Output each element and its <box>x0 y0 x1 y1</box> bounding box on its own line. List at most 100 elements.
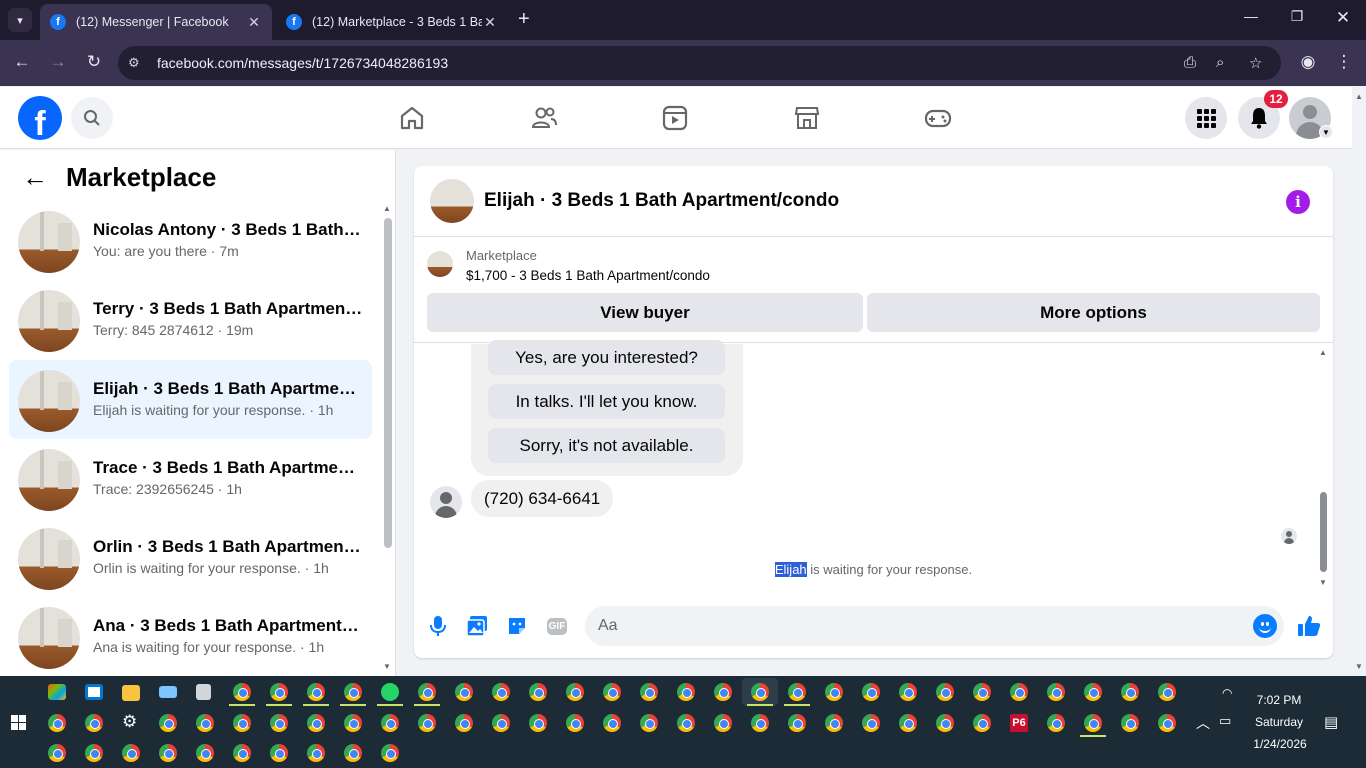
back-arrow-icon[interactable]: ← <box>22 162 48 193</box>
chrome-icon[interactable] <box>455 714 473 732</box>
chrome-icon[interactable] <box>714 683 732 701</box>
wifi-icon[interactable]: ◠ <box>1222 686 1232 700</box>
window-close-icon[interactable]: ✕ <box>1333 8 1353 28</box>
chrome-icon[interactable] <box>1047 714 1065 732</box>
message-input[interactable] <box>585 606 1284 646</box>
chrome-icon[interactable] <box>196 744 214 762</box>
chrome-icon[interactable] <box>418 714 436 732</box>
chrome-icon[interactable] <box>1121 714 1139 732</box>
close-tab-icon[interactable]: ✕ <box>246 14 262 31</box>
chrome-icon[interactable] <box>307 683 325 701</box>
home-icon[interactable] <box>397 103 427 133</box>
reload-icon[interactable]: ↻ <box>83 52 105 72</box>
keyboard-icon[interactable] <box>159 686 177 698</box>
view-buyer-button[interactable]: View buyer <box>427 293 863 332</box>
marketplace-icon[interactable] <box>792 103 822 133</box>
chrome-icon[interactable] <box>529 683 547 701</box>
chrome-icon[interactable] <box>1121 683 1139 701</box>
tab-messenger[interactable]: f (12) Messenger | Facebook ✕ <box>40 4 272 40</box>
menu-grid-icon[interactable] <box>1185 97 1227 139</box>
chrome-icon[interactable] <box>677 714 695 732</box>
scroll-down-arrow-icon[interactable]: ▼ <box>1319 578 1327 587</box>
friends-icon[interactable] <box>529 103 559 133</box>
zoom-icon[interactable]: ⌕ <box>1216 54 1224 71</box>
chrome-icon[interactable] <box>973 714 991 732</box>
minimize-icon[interactable]: — <box>1241 8 1261 24</box>
conversation-item[interactable]: Nicolas Antony · 3 Beds 1 Bath A... You:… <box>9 201 372 280</box>
chrome-icon[interactable] <box>899 714 917 732</box>
chrome-icon[interactable] <box>603 683 621 701</box>
chrome-icon[interactable] <box>307 744 325 762</box>
clock-time[interactable]: 7:02 PM <box>1244 693 1314 707</box>
copilot-icon[interactable] <box>48 684 66 700</box>
chrome-icon[interactable] <box>603 714 621 732</box>
chrome-icon[interactable] <box>196 714 214 732</box>
chrome-icon[interactable] <box>825 714 843 732</box>
chrome-icon[interactable] <box>751 714 769 732</box>
chrome-icon[interactable] <box>344 683 362 701</box>
chrome-icon[interactable] <box>1084 714 1102 732</box>
chrome-icon[interactable] <box>233 714 251 732</box>
sidebar-scrollbar[interactable] <box>384 218 392 548</box>
chrome-icon[interactable] <box>85 714 103 732</box>
chrome-icon[interactable] <box>899 683 917 701</box>
forward-icon[interactable]: → <box>47 52 69 72</box>
chrome-icon[interactable] <box>307 714 325 732</box>
omnibox[interactable]: ⚙ facebook.com/messages/t/17267340482861… <box>118 46 1281 80</box>
settings-gear-icon[interactable]: ⚙ <box>122 712 137 732</box>
watch-video-icon[interactable] <box>660 103 690 133</box>
chrome-icon[interactable] <box>862 683 880 701</box>
chrome-icon[interactable] <box>640 714 658 732</box>
battery-icon[interactable]: ▭ <box>1219 713 1231 729</box>
photo-gallery-icon[interactable] <box>465 614 489 638</box>
chrome-icon[interactable] <box>455 683 473 701</box>
gaming-icon[interactable] <box>923 103 953 133</box>
conversation-item-active[interactable]: Elijah · 3 Beds 1 Bath Apartment/... Eli… <box>9 360 372 439</box>
chrome-icon[interactable] <box>233 744 251 762</box>
chrome-icon[interactable] <box>270 744 288 762</box>
facebook-logo[interactable]: f <box>18 96 62 140</box>
whatsapp-icon[interactable] <box>381 683 399 701</box>
scroll-up-arrow-icon[interactable]: ▲ <box>383 204 391 213</box>
tab-marketplace[interactable]: f (12) Marketplace - 3 Beds 1 Bath ✕ <box>276 4 508 40</box>
chrome-icon[interactable] <box>1047 683 1065 701</box>
chrome-icon[interactable] <box>566 683 584 701</box>
gif-icon[interactable]: GIF <box>545 614 569 638</box>
chrome-icon[interactable] <box>418 683 436 701</box>
scroll-down-arrow-icon[interactable]: ▼ <box>383 662 391 671</box>
chat-avatar[interactable] <box>430 179 474 223</box>
chrome-icon[interactable] <box>1010 683 1028 701</box>
thumbs-up-icon[interactable] <box>1297 614 1321 638</box>
conversation-item[interactable]: Orlin · 3 Beds 1 Bath Apartment/... Orli… <box>9 518 372 597</box>
chrome-icon[interactable] <box>1158 683 1176 701</box>
message-bubble[interactable]: (720) 634-6641 <box>471 480 614 517</box>
chat-title[interactable]: Elijah · 3 Beds 1 Bath Apartment/condo <box>484 190 839 212</box>
chrome-icon[interactable] <box>529 714 547 732</box>
emoji-icon[interactable] <box>1253 614 1277 638</box>
back-icon[interactable]: ← <box>11 52 33 72</box>
chrome-icon[interactable] <box>381 744 399 762</box>
chrome-icon[interactable] <box>862 714 880 732</box>
tab-search-button[interactable]: ▾ <box>8 8 32 32</box>
scroll-up-arrow-icon[interactable]: ▲ <box>1319 348 1327 357</box>
chrome-icon[interactable] <box>48 744 66 762</box>
chrome-icon[interactable] <box>1158 714 1176 732</box>
chrome-icon[interactable] <box>788 714 806 732</box>
tray-chevron-up-icon[interactable]: ︿ <box>1196 713 1210 733</box>
chrome-icon[interactable] <box>714 714 732 732</box>
notification-center-icon[interactable]: ▤ <box>1324 713 1338 731</box>
install-app-icon[interactable]: ⎙ <box>1184 54 1196 71</box>
quick-reply-option[interactable]: In talks. I'll let you know. <box>488 384 725 419</box>
chrome-icon-active[interactable] <box>751 683 769 701</box>
clock-day[interactable]: Saturday <box>1244 715 1314 729</box>
conversation-item[interactable]: Terry · 3 Beds 1 Bath Apartment/... Terr… <box>9 280 372 359</box>
message-scrollbar[interactable] <box>1320 492 1327 572</box>
chrome-icon[interactable] <box>233 683 251 701</box>
chrome-icon[interactable] <box>566 714 584 732</box>
p6-app-icon[interactable]: P6 <box>1010 714 1028 732</box>
chrome-icon[interactable] <box>159 744 177 762</box>
quick-reply-option[interactable]: Sorry, it's not available. <box>488 428 725 463</box>
kebab-menu-icon[interactable]: ⋮ <box>1333 52 1355 72</box>
clock-date[interactable]: 1/24/2026 <box>1240 737 1320 751</box>
chrome-icon[interactable] <box>344 714 362 732</box>
